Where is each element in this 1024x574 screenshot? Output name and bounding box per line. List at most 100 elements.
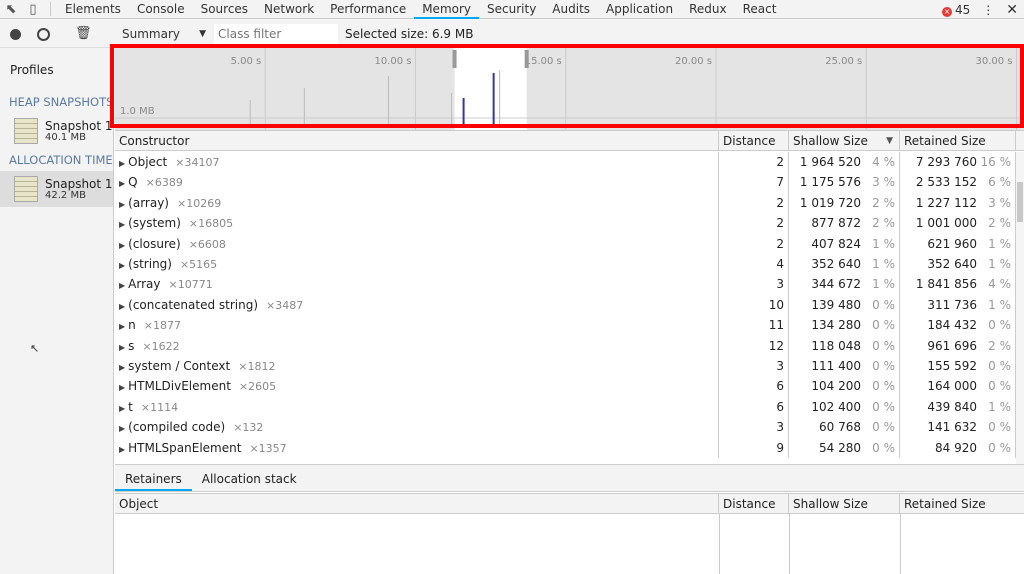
tick-label: 15.00 s bbox=[525, 56, 562, 67]
constructor-cell: ▶ (closure) ×6608 bbox=[115, 233, 719, 254]
table-row[interactable]: ▶ (system) ×16805 2 877 872 2 % 1 001 000 2 … bbox=[115, 213, 1016, 234]
distance-cell: 4 bbox=[719, 254, 789, 275]
tab-network[interactable]: Network bbox=[256, 0, 322, 19]
shallow-size-cell: 134 280 0 % bbox=[789, 315, 900, 336]
retained-size-cell: 155 592 0 % bbox=[900, 356, 1016, 377]
table-row[interactable]: ▶ HTMLSpanElement ×1357 9 54 280 0 % 84 920… bbox=[115, 437, 1016, 458]
distance-cell: 10 bbox=[719, 294, 789, 316]
timeline-chart[interactable]: 5.00 s 10.00 s 15.00 s 20.00 s 25.00 s 30.00 … bbox=[115, 48, 1024, 130]
distance-cell: 12 bbox=[719, 335, 789, 356]
constructor-cell: ▶ (string) ×5165 bbox=[115, 254, 719, 275]
class-filter-input[interactable] bbox=[214, 24, 338, 44]
view-select[interactable]: Summary ▼ bbox=[122, 27, 206, 41]
expand-triangle-icon[interactable]: ▶ bbox=[119, 200, 125, 209]
trash-icon[interactable]: 🗑 bbox=[75, 26, 92, 41]
tab-retainers[interactable]: Retainers bbox=[115, 468, 192, 491]
tab-security[interactable]: Security bbox=[479, 0, 544, 19]
device-toolbar-icon[interactable]: ▯ bbox=[22, 2, 44, 17]
shallow-size-column-header[interactable]: Shallow Size bbox=[789, 494, 900, 513]
more-menu-icon[interactable]: ⋮ bbox=[982, 3, 994, 17]
tick-label: 5.00 s bbox=[231, 56, 262, 67]
retained-size-column-header[interactable]: Retained Size bbox=[900, 494, 1024, 513]
expand-triangle-icon[interactable]: ▶ bbox=[119, 445, 125, 454]
retained-size-cell: 621 960 1 % bbox=[900, 233, 1016, 254]
table-row[interactable]: ▶ Object ×34107 2 1 964 520 4 % 7 293 760 16… bbox=[115, 152, 1016, 173]
table-row[interactable]: ▶ s ×1622 12 118 048 0 % 961 696 2 % bbox=[115, 335, 1016, 356]
expand-triangle-icon[interactable]: ▶ bbox=[119, 363, 125, 372]
distance-column-header[interactable]: Distance bbox=[719, 494, 789, 513]
expand-triangle-icon[interactable]: ▶ bbox=[119, 322, 125, 331]
table-row[interactable]: ▶ (array) ×10269 2 1 019 720 2 % 1 227 112 3… bbox=[115, 192, 1016, 214]
shallow-size-cell: 1 175 576 3 % bbox=[789, 172, 900, 193]
inspect-element-icon[interactable]: ⬉ bbox=[0, 2, 22, 17]
retained-size-cell: 164 000 0 % bbox=[900, 376, 1016, 397]
tab-allocation-stack[interactable]: Allocation stack bbox=[192, 468, 307, 491]
table-row[interactable]: ▶ HTMLDivElement ×2605 6 104 200 0 % 164 00… bbox=[115, 376, 1016, 397]
clear-icon[interactable] bbox=[37, 28, 50, 41]
shallow-size-column-header[interactable]: Shallow Size ▼ bbox=[789, 131, 900, 150]
retained-size-cell: 141 632 0 % bbox=[900, 417, 1016, 438]
expand-triangle-icon[interactable]: ▶ bbox=[119, 383, 125, 392]
tab-console[interactable]: Console bbox=[129, 0, 193, 19]
selection-handle bbox=[452, 50, 457, 68]
retained-size-cell: 1 227 112 3 % bbox=[900, 192, 1016, 214]
table-scrollbar[interactable] bbox=[1016, 152, 1024, 465]
shallow-size-cell: 102 400 0 % bbox=[789, 396, 900, 418]
table-row[interactable]: ▶ t ×1114 6 102 400 0 % 439 840 1 % bbox=[115, 396, 1016, 418]
table-row[interactable]: ▶ (closure) ×6608 2 407 824 1 % 621 960 1 % bbox=[115, 233, 1016, 254]
constructor-cell: ▶ t ×1114 bbox=[115, 396, 719, 418]
expand-triangle-icon[interactable]: ▶ bbox=[119, 424, 125, 433]
sort-desc-icon: ▼ bbox=[886, 136, 893, 146]
expand-triangle-icon[interactable]: ▶ bbox=[119, 220, 125, 229]
heap-snapshot-item[interactable]: Snapshot 1 40.1 MB bbox=[0, 113, 113, 149]
expand-triangle-icon[interactable]: ▶ bbox=[119, 241, 125, 250]
expand-triangle-icon[interactable]: ▶ bbox=[119, 404, 125, 413]
tab-audits[interactable]: Audits bbox=[544, 0, 598, 19]
expand-triangle-icon[interactable]: ▶ bbox=[119, 343, 125, 352]
tab-sources[interactable]: Sources bbox=[193, 0, 256, 19]
close-icon[interactable]: ✕ bbox=[1006, 2, 1018, 18]
table-row[interactable]: ▶ (concatenated string) ×3487 10 139 480 0 … bbox=[115, 294, 1016, 316]
tab-react[interactable]: React bbox=[735, 0, 785, 19]
tab-memory[interactable]: Memory bbox=[414, 0, 480, 19]
profiles-title: Profiles bbox=[10, 63, 54, 77]
tab-application[interactable]: Application bbox=[598, 0, 681, 19]
retained-size-cell: 84 920 0 % bbox=[900, 437, 1016, 458]
shallow-size-cell: 1 019 720 2 % bbox=[789, 192, 900, 214]
constructor-cell: ▶ HTMLSpanElement ×1357 bbox=[115, 437, 719, 458]
tab-elements[interactable]: Elements bbox=[57, 0, 129, 19]
table-row[interactable]: ▶ (string) ×5165 4 352 640 1 % 352 640 1 % bbox=[115, 254, 1016, 275]
distance-cell: 6 bbox=[719, 396, 789, 418]
retained-size-cell: 1 001 000 2 % bbox=[900, 213, 1016, 234]
error-icon: × bbox=[941, 6, 952, 17]
object-column-header[interactable]: Object bbox=[115, 494, 719, 513]
error-counter[interactable]: × 45 bbox=[941, 3, 970, 17]
tab-performance[interactable]: Performance bbox=[322, 0, 414, 19]
constructor-cell: ▶ system / Context ×1812 bbox=[115, 356, 719, 377]
table-row[interactable]: ▶ n ×1877 11 134 280 0 % 184 432 0 % bbox=[115, 315, 1016, 336]
expand-triangle-icon[interactable]: ▶ bbox=[119, 261, 125, 270]
shallow-size-cell: 877 872 2 % bbox=[789, 213, 900, 234]
table-row[interactable]: ▶ Q ×6389 7 1 175 576 3 % 2 533 152 6 % bbox=[115, 172, 1016, 193]
constructor-cell: ▶ (concatenated string) ×3487 bbox=[115, 294, 719, 316]
table-row[interactable]: ▶ (compiled code) ×132 3 60 768 0 % 141 632… bbox=[115, 417, 1016, 438]
expand-triangle-icon[interactable]: ▶ bbox=[119, 302, 125, 311]
allocation-snapshot-item[interactable]: Snapshot 1 42.2 MB bbox=[0, 171, 113, 207]
record-icon[interactable] bbox=[10, 29, 21, 40]
constructor-cell: ▶ Q ×6389 bbox=[115, 172, 719, 193]
distance-cell: 3 bbox=[719, 274, 789, 295]
expand-triangle-icon[interactable]: ▶ bbox=[119, 281, 125, 290]
distance-column-header[interactable]: Distance bbox=[719, 131, 789, 150]
constructor-column-header[interactable]: Constructor bbox=[115, 131, 719, 150]
expand-triangle-icon[interactable]: ▶ bbox=[119, 159, 125, 168]
shallow-size-cell: 352 640 1 % bbox=[789, 254, 900, 275]
table-row[interactable]: ▶ Array ×10771 3 344 672 1 % 1 841 856 4 % bbox=[115, 274, 1016, 295]
tab-redux[interactable]: Redux bbox=[681, 0, 735, 19]
expand-triangle-icon[interactable]: ▶ bbox=[119, 179, 125, 188]
retained-size-column-header[interactable]: Retained Size bbox=[900, 131, 1016, 150]
retained-size-cell: 311 736 1 % bbox=[900, 294, 1016, 316]
allocation-timeline-overview[interactable]: 5.00 s 10.00 s 15.00 s 20.00 s 25.00 s 30.00 … bbox=[115, 48, 1024, 130]
distance-cell: 9 bbox=[719, 437, 789, 458]
tick-label: 30.00 s bbox=[975, 56, 1012, 67]
table-row[interactable]: ▶ system / Context ×1812 3 111 400 0 % 155 … bbox=[115, 356, 1016, 377]
